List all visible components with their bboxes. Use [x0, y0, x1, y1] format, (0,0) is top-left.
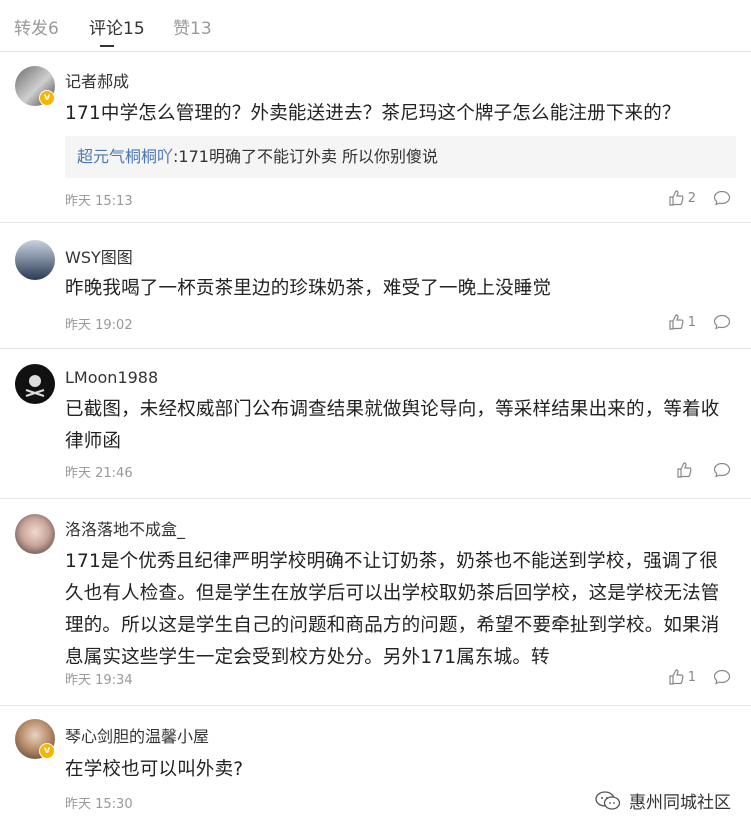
reply-button[interactable]: [713, 190, 731, 210]
comment-item: v 记者郝成 171中学怎么管理的？外卖能送进去？茶尼玛这个牌子怎么能注册下来的…: [0, 52, 751, 223]
watermark: 惠州同城社区: [595, 788, 731, 813]
reply-button[interactable]: [713, 669, 731, 689]
verified-badge-icon: v: [39, 743, 55, 759]
active-tab-indicator: [100, 45, 114, 47]
thumbs-up-icon: [669, 314, 684, 330]
comment-username[interactable]: 琴心剑胆的温馨小屋: [65, 723, 209, 747]
watermark-text: 惠州同城社区: [629, 793, 731, 813]
comment-time: 昨天 19:34: [65, 673, 133, 688]
comment-time: 昨天 21:46: [65, 466, 133, 481]
comment-text: 在学校也可以叫外卖?: [65, 759, 244, 780]
thumbs-up-icon: [677, 462, 692, 478]
tab-reposts[interactable]: 转发6: [14, 14, 59, 39]
comment-item: LMoon1988 已截图，未经权威部门公布调查结果就做舆论导向，等采样结果出来…: [0, 348, 751, 499]
avatar[interactable]: [15, 240, 55, 280]
thumbs-up-icon: [669, 669, 684, 685]
avatar[interactable]: [15, 514, 55, 554]
comment-bubble-icon: [713, 669, 731, 685]
tab-likes[interactable]: 赞13: [173, 14, 212, 39]
tab-bar: 转发6 评论15 赞13: [0, 0, 751, 52]
like-count: 1: [687, 314, 696, 330]
verified-badge-icon: v: [39, 90, 55, 106]
comment-text: 171是个优秀且纪律严明学校明确不让订奶茶，奶茶也不能送到学校，强调了很久也有人…: [65, 551, 720, 668]
comment-username[interactable]: 记者郝成: [65, 68, 129, 92]
comment-text: 昨晚我喝了一杯贡茶里边的珍珠奶茶，难受了一晚上没睡觉: [65, 278, 552, 299]
like-button[interactable]: 2: [668, 190, 696, 206]
comment-time: 昨天 15:13: [65, 194, 133, 209]
comment-bubble-icon: [713, 462, 731, 478]
tab-comments[interactable]: 评论15: [89, 14, 145, 39]
comment-username[interactable]: 洛洛落地不成盒_: [65, 516, 185, 540]
reply-button[interactable]: [713, 462, 731, 482]
reply-username[interactable]: 超元气桐桐吖: [77, 147, 173, 166]
like-button[interactable]: 1: [668, 669, 696, 685]
wechat-icon: [595, 790, 621, 810]
like-count: 2: [687, 190, 696, 206]
comment-time: 昨天 19:02: [65, 318, 133, 333]
comment-item: 洛洛落地不成盒_ 171是个优秀且纪律严明学校明确不让订奶茶，奶茶也不能送到学校…: [0, 498, 751, 706]
comment-item: v 琴心剑胆的温馨小屋 在学校也可以叫外卖? 昨天 15:30: [0, 705, 751, 834]
comment-bubble-icon: [713, 190, 731, 206]
comment-text: 171中学怎么管理的？外卖能送进去？茶尼玛这个牌子怎么能注册下来的？: [65, 103, 681, 124]
like-button[interactable]: 1: [668, 314, 696, 330]
comment-text: 已截图，未经权威部门公布调查结果就做舆论导向，等采样结果出来的，等着收律师函: [65, 399, 720, 452]
reply-text: :171明确了不能订外卖 所以你别傻说: [173, 147, 439, 166]
avatar[interactable]: [15, 364, 55, 404]
comment-username[interactable]: WSY图图: [65, 244, 133, 268]
thumbs-up-icon: [669, 190, 684, 206]
comment-time: 昨天 15:30: [65, 797, 133, 812]
reply-button[interactable]: [713, 314, 731, 334]
like-count: 1: [687, 669, 696, 685]
like-button[interactable]: [676, 462, 696, 478]
comment-item: WSY图图 昨晚我喝了一杯贡茶里边的珍珠奶茶，难受了一晚上没睡觉 昨天 19:0…: [0, 222, 751, 349]
skull-icon: [25, 375, 45, 397]
comment-bubble-icon: [713, 314, 731, 330]
reply-box: 超元气桐桐吖:171明确了不能订外卖 所以你别傻说: [65, 136, 736, 178]
comment-username[interactable]: LMoon1988: [65, 368, 158, 387]
